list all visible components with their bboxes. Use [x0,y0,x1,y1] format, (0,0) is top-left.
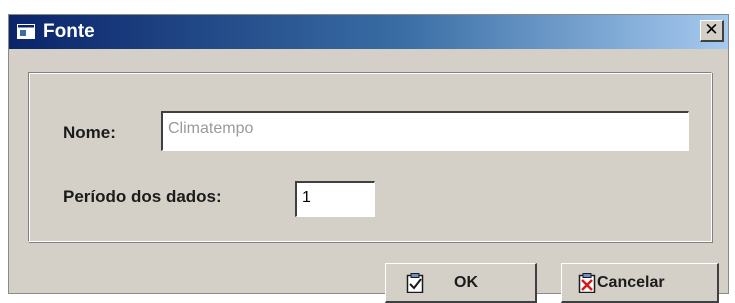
close-button[interactable]: ✕ [700,20,724,42]
nome-field[interactable]: Climatempo [161,111,689,151]
periodo-label: Período dos dados: [63,187,222,206]
x-clipboard-icon [578,273,596,293]
periodo-field[interactable]: 1 [295,181,375,217]
cancel-button[interactable]: Cancelar [561,263,719,303]
ok-button-label: OK [454,274,478,291]
cancel-button-label: Cancelar [597,274,665,291]
check-clipboard-icon [406,273,424,293]
window-app-icon [17,24,35,39]
window-title: Fonte [43,21,95,42]
ok-button[interactable]: OK [385,263,537,303]
nome-label: Nome: [63,123,116,142]
title-bar[interactable]: Fonte ✕ [9,15,728,49]
fonte-dialog: Fonte ✕ Nome: Climatempo Período dos dad… [8,14,729,303]
close-icon: ✕ [704,20,719,39]
